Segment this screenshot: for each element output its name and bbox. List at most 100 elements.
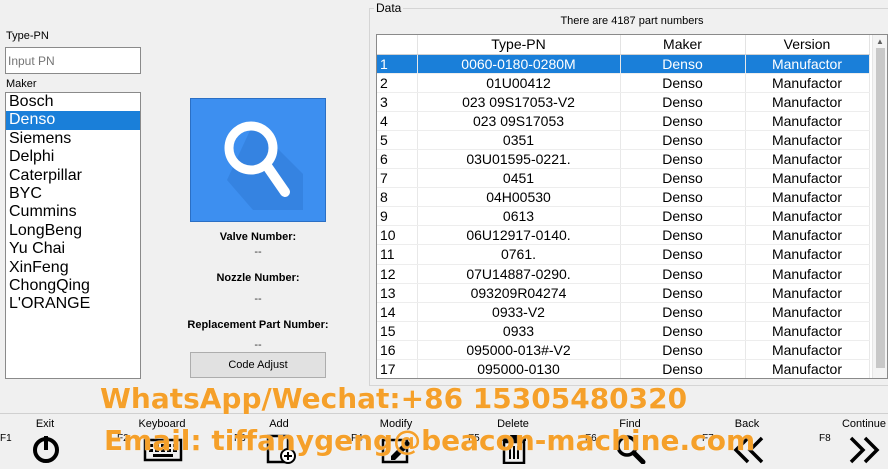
type-pn-cell: 0351 bbox=[417, 130, 621, 150]
version-cell: Manufactor bbox=[745, 149, 870, 170]
table-row[interactable]: 17 095000-0130 Denso Manufactor bbox=[377, 359, 870, 378]
row-index-cell: 10 bbox=[377, 225, 418, 246]
table-row[interactable]: 9 0613 Denso Manufactor bbox=[377, 206, 870, 227]
magnifier-icon bbox=[224, 121, 303, 210]
version-cell: Manufactor bbox=[745, 340, 870, 361]
maker-list[interactable]: Bosch Denso Siemens Delphi Caterpillar BYC Cum… bbox=[5, 92, 141, 379]
scrollbar-thumb[interactable] bbox=[876, 48, 885, 368]
function-key-continue[interactable]: F8 Continue bbox=[819, 414, 888, 465]
version-cell: Manufactor bbox=[745, 302, 870, 322]
maker-cell: Denso bbox=[620, 264, 746, 284]
row-index-cell: 6 bbox=[377, 149, 418, 170]
function-key-label: Continue bbox=[841, 418, 887, 430]
maker-item[interactable]: Siemens bbox=[6, 130, 140, 148]
table-scrollbar[interactable]: ▲ bbox=[872, 35, 887, 378]
type-pn-cell: 04H00530 bbox=[417, 187, 621, 208]
maker-cell: Denso bbox=[620, 283, 746, 303]
table-row[interactable]: 10 06U12917-0140. Denso Manufactor bbox=[377, 225, 870, 246]
function-key-label: Exit bbox=[35, 418, 55, 430]
maker-cell: Denso bbox=[620, 244, 746, 265]
column-header-version[interactable]: Version bbox=[745, 35, 870, 55]
maker-item[interactable]: Yu Chai bbox=[6, 240, 140, 258]
table-row[interactable]: 15 0933 Denso Manufactor bbox=[377, 321, 870, 341]
version-cell: Manufactor bbox=[745, 168, 870, 189]
function-key-exit[interactable]: F1 Exit bbox=[0, 414, 111, 465]
row-index-cell: 15 bbox=[377, 321, 418, 341]
table-row[interactable]: 1 0060-0180-0280M Denso Manufactor bbox=[377, 54, 870, 74]
table-row[interactable]: 5 0351 Denso Manufactor bbox=[377, 130, 870, 150]
maker-cell: Denso bbox=[620, 130, 746, 150]
version-cell: Manufactor bbox=[745, 54, 870, 74]
maker-cell: Denso bbox=[620, 187, 746, 208]
maker-item[interactable]: XinFeng bbox=[6, 259, 140, 277]
row-index-cell: 8 bbox=[377, 187, 418, 208]
code-adjust-button[interactable]: Code Adjust bbox=[190, 352, 326, 378]
watermark-contact-line: WhatsApp/Wechat:+86 15305480320 bbox=[100, 382, 688, 415]
parts-table[interactable]: Type-PN Maker Version 1 0060-0180-0280M De… bbox=[376, 34, 888, 379]
maker-item[interactable]: Denso bbox=[6, 111, 140, 130]
table-row[interactable]: 4 023 09S17053 Denso Manufactor bbox=[377, 111, 870, 131]
maker-item[interactable]: Delphi bbox=[6, 148, 140, 166]
nozzle-number-label: Nozzle Number: bbox=[216, 272, 300, 284]
maker-item[interactable]: LongBeng bbox=[6, 222, 140, 240]
type-pn-cell: 06U12917-0140. bbox=[417, 225, 621, 246]
table-row[interactable]: 6 03U01595-0221. Denso Manufactor bbox=[377, 149, 870, 170]
type-pn-cell: 0451 bbox=[417, 168, 621, 189]
maker-cell: Denso bbox=[620, 111, 746, 131]
table-row[interactable]: 13 093209R04274 Denso Manufactor bbox=[377, 283, 870, 303]
maker-cell: Denso bbox=[620, 92, 746, 112]
version-cell: Manufactor bbox=[745, 283, 870, 303]
maker-item[interactable]: ChongQing bbox=[6, 277, 140, 295]
table-row[interactable]: 3 023 09S17053-V2 Denso Manufactor bbox=[377, 92, 870, 112]
version-cell: Manufactor bbox=[745, 225, 870, 246]
scroll-up-arrow-icon[interactable]: ▲ bbox=[876, 37, 884, 46]
column-header-maker[interactable]: Maker bbox=[620, 35, 746, 55]
type-pn-cell: 023 09S17053-V2 bbox=[417, 92, 621, 112]
version-cell: Manufactor bbox=[745, 244, 870, 265]
type-pn-cell: 093209R04274 bbox=[417, 283, 621, 303]
table-row[interactable]: 11 0761. Denso Manufactor bbox=[377, 244, 870, 265]
row-index-cell: 2 bbox=[377, 73, 418, 93]
maker-item[interactable]: Cummins bbox=[6, 203, 140, 221]
table-row[interactable]: 12 07U14887-0290. Denso Manufactor bbox=[377, 264, 870, 284]
data-group-title: Data bbox=[374, 1, 404, 15]
maker-item[interactable]: L'ORANGE bbox=[6, 295, 140, 313]
type-pn-cell: 0613 bbox=[417, 206, 621, 227]
table-row[interactable]: 2 01U00412 Denso Manufactor bbox=[377, 73, 870, 93]
row-index-cell: 7 bbox=[377, 168, 418, 189]
row-index-cell: 11 bbox=[377, 244, 418, 265]
maker-cell: Denso bbox=[620, 168, 746, 189]
power-icon bbox=[26, 434, 66, 464]
type-pn-cell: 095000-013#-V2 bbox=[417, 340, 621, 361]
row-index-cell: 3 bbox=[377, 92, 418, 112]
maker-cell: Denso bbox=[620, 206, 746, 227]
version-cell: Manufactor bbox=[745, 321, 870, 341]
table-row[interactable]: 8 04H00530 Denso Manufactor bbox=[377, 187, 870, 208]
table-row[interactable]: 14 0933-V2 Denso Manufactor bbox=[377, 302, 870, 322]
column-header-type-pn[interactable]: Type-PN bbox=[417, 35, 621, 55]
maker-cell: Denso bbox=[620, 73, 746, 93]
maker-cell: Denso bbox=[620, 359, 746, 378]
search-button[interactable] bbox=[190, 98, 326, 222]
maker-item[interactable]: Bosch bbox=[6, 93, 140, 111]
version-cell: Manufactor bbox=[745, 264, 870, 284]
column-header-index[interactable] bbox=[377, 35, 418, 55]
version-cell: Manufactor bbox=[745, 130, 870, 150]
row-index-cell: 14 bbox=[377, 302, 418, 322]
row-index-cell: 5 bbox=[377, 130, 418, 150]
version-cell: Manufactor bbox=[745, 111, 870, 131]
row-index-cell: 4 bbox=[377, 111, 418, 131]
table-row[interactable]: 7 0451 Denso Manufactor bbox=[377, 168, 870, 189]
maker-label: Maker bbox=[6, 78, 37, 90]
maker-cell: Denso bbox=[620, 149, 746, 170]
function-key-number: F8 bbox=[819, 433, 831, 444]
replacement-part-value: -- bbox=[254, 339, 262, 351]
row-index-cell: 12 bbox=[377, 264, 418, 284]
part-count-text: There are 4187 part numbers bbox=[560, 15, 704, 27]
table-row[interactable]: 16 095000-013#-V2 Denso Manufactor bbox=[377, 340, 870, 361]
function-key-number: F1 bbox=[0, 433, 12, 444]
type-pn-input[interactable] bbox=[5, 47, 141, 74]
maker-item[interactable]: Caterpillar bbox=[6, 167, 140, 185]
maker-item[interactable]: BYC bbox=[6, 185, 140, 203]
version-cell: Manufactor bbox=[745, 187, 870, 208]
